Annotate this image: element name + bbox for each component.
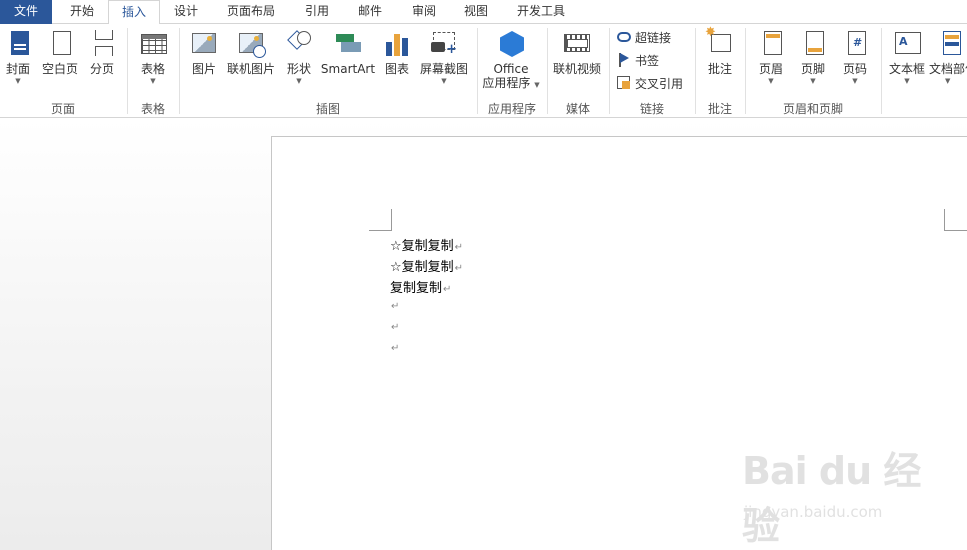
textbox-icon bbox=[892, 28, 922, 60]
office-apps-button[interactable]: Office 应用程序 ▼ bbox=[480, 28, 542, 92]
chevron-down-icon: ▼ bbox=[15, 77, 21, 85]
quick-parts-icon bbox=[935, 28, 965, 60]
online-picture-button[interactable]: 联机图片 bbox=[226, 28, 276, 76]
smartart-icon bbox=[333, 28, 363, 60]
group-label-tables: 表格 bbox=[140, 102, 165, 116]
picture-icon bbox=[189, 28, 219, 60]
tab-design[interactable]: 设计 bbox=[160, 0, 212, 24]
hyperlink-button[interactable]: 超链接 bbox=[616, 28, 671, 48]
shapes-button[interactable]: 形状 ▼ bbox=[284, 28, 314, 86]
tab-layout[interactable]: 页面布局 bbox=[216, 0, 286, 24]
bookmark-button[interactable]: 书签 bbox=[616, 51, 659, 71]
margin-marker-top-right bbox=[944, 209, 945, 231]
screenshot-icon: + bbox=[429, 28, 459, 60]
tab-view[interactable]: 视图 bbox=[450, 0, 502, 24]
tab-mailings[interactable]: 邮件 bbox=[344, 0, 396, 24]
group-label-pages: 页面 bbox=[50, 102, 75, 116]
group-label-comments: 批注 bbox=[707, 102, 732, 116]
table-button[interactable]: 表格 ▼ bbox=[136, 28, 170, 86]
tab-insert[interactable]: 插入 bbox=[108, 0, 160, 25]
chevron-down-icon: ▼ bbox=[768, 77, 774, 85]
group-label-header-footer: 页眉和页脚 bbox=[782, 102, 843, 116]
header-button[interactable]: 页眉 ▼ bbox=[755, 28, 787, 86]
chevron-down-icon: ▼ bbox=[296, 77, 302, 85]
cover-page-icon bbox=[3, 28, 33, 60]
paragraph-1[interactable]: ☆复制复制↵ bbox=[390, 235, 463, 254]
page-break-icon bbox=[87, 28, 117, 60]
cover-page-button[interactable]: 封面 ▼ bbox=[2, 28, 34, 86]
header-icon bbox=[756, 28, 786, 60]
tab-developer[interactable]: 开发工具 bbox=[504, 0, 578, 24]
page-number-button[interactable]: # 页码 ▼ bbox=[839, 28, 871, 86]
quick-parts-button[interactable]: 文档部件 ▼ bbox=[929, 28, 967, 86]
chart-button[interactable]: 图表 bbox=[382, 28, 412, 76]
group-divider bbox=[881, 28, 882, 114]
group-label-apps: 应用程序 bbox=[487, 102, 536, 116]
picture-button[interactable]: 图片 bbox=[188, 28, 220, 76]
table-icon bbox=[138, 28, 168, 60]
page-break-button[interactable]: 分页 bbox=[86, 28, 118, 76]
comment-icon: ✸ bbox=[705, 26, 735, 60]
online-video-button[interactable]: 联机视频 bbox=[551, 28, 603, 76]
chevron-down-icon: ▼ bbox=[904, 77, 910, 85]
chevron-down-icon: ▼ bbox=[150, 77, 156, 85]
cross-reference-button[interactable]: 交叉引用 bbox=[616, 74, 683, 94]
margin-marker-top-left bbox=[390, 209, 392, 231]
paragraph-mark: ↵ bbox=[391, 343, 400, 354]
paragraph-4[interactable]: ↵ bbox=[390, 298, 399, 313]
chevron-down-icon: ▼ bbox=[852, 77, 858, 85]
paragraph-2[interactable]: ☆复制复制↵ bbox=[390, 256, 463, 275]
paragraph-mark: ↵ bbox=[454, 242, 464, 253]
textbox-button[interactable]: 文本框 ▼ bbox=[886, 28, 928, 86]
ribbon-insert: 封面 ▼ 空白页 分页 页面 表格 ▼ 表格 图片 联机图片 形状 ▼ Smar… bbox=[0, 24, 967, 118]
paragraph-mark: ↵ bbox=[443, 284, 452, 295]
paragraph-3[interactable]: 复制复制↵ bbox=[390, 277, 451, 296]
ribbon-tab-bar: 文件 开始 插入 设计 页面布局 引用 邮件 审阅 视图 开发工具 bbox=[0, 0, 967, 25]
chevron-down-icon: ▼ bbox=[945, 77, 951, 85]
baidu-jingyan-watermark: Bai du 经验 jingyan.baidu.com bbox=[742, 440, 952, 548]
chevron-down-icon: ▼ bbox=[441, 77, 447, 85]
watermark-url: jingyan.baidu.com bbox=[744, 503, 883, 521]
cross-reference-icon bbox=[616, 75, 632, 91]
link-icon bbox=[616, 29, 632, 45]
smartart-button[interactable]: SmartArt bbox=[320, 28, 376, 76]
chevron-down-icon: ▼ bbox=[534, 81, 540, 89]
screenshot-button[interactable]: + 屏幕截图 ▼ bbox=[418, 28, 470, 86]
paragraph-mark: ↵ bbox=[454, 263, 464, 274]
shapes-icon bbox=[284, 28, 314, 60]
group-label-illustrations: 插图 bbox=[315, 102, 340, 116]
footer-button[interactable]: 页脚 ▼ bbox=[797, 28, 829, 86]
office-store-icon bbox=[496, 28, 526, 60]
footer-icon bbox=[798, 28, 828, 60]
bookmark-flag-icon bbox=[616, 52, 632, 68]
online-picture-icon bbox=[236, 28, 266, 60]
tab-review[interactable]: 审阅 bbox=[398, 0, 450, 24]
paragraph-mark: ↵ bbox=[391, 322, 400, 333]
blank-page-icon bbox=[45, 28, 75, 60]
group-label-links: 链接 bbox=[639, 102, 664, 116]
chart-icon bbox=[382, 28, 412, 60]
paragraph-5[interactable]: ↵ bbox=[390, 319, 399, 334]
group-label-media: 媒体 bbox=[565, 102, 590, 116]
new-comment-button[interactable]: ✸ 批注 bbox=[703, 26, 737, 76]
blank-page-button[interactable]: 空白页 bbox=[40, 28, 80, 76]
video-icon bbox=[562, 28, 592, 60]
chevron-down-icon: ▼ bbox=[810, 77, 816, 85]
margin-marker-top-right bbox=[944, 230, 967, 231]
margin-marker-top-left bbox=[369, 230, 391, 231]
watermark-brand: Bai du 经验 bbox=[742, 449, 921, 548]
paragraph-mark: ↵ bbox=[391, 301, 400, 312]
paragraph-6[interactable]: ↵ bbox=[390, 340, 399, 355]
page-number-icon: # bbox=[840, 28, 870, 60]
tab-references[interactable]: 引用 bbox=[292, 0, 342, 24]
tab-file[interactable]: 文件 bbox=[0, 0, 52, 24]
tab-home[interactable]: 开始 bbox=[56, 0, 108, 24]
